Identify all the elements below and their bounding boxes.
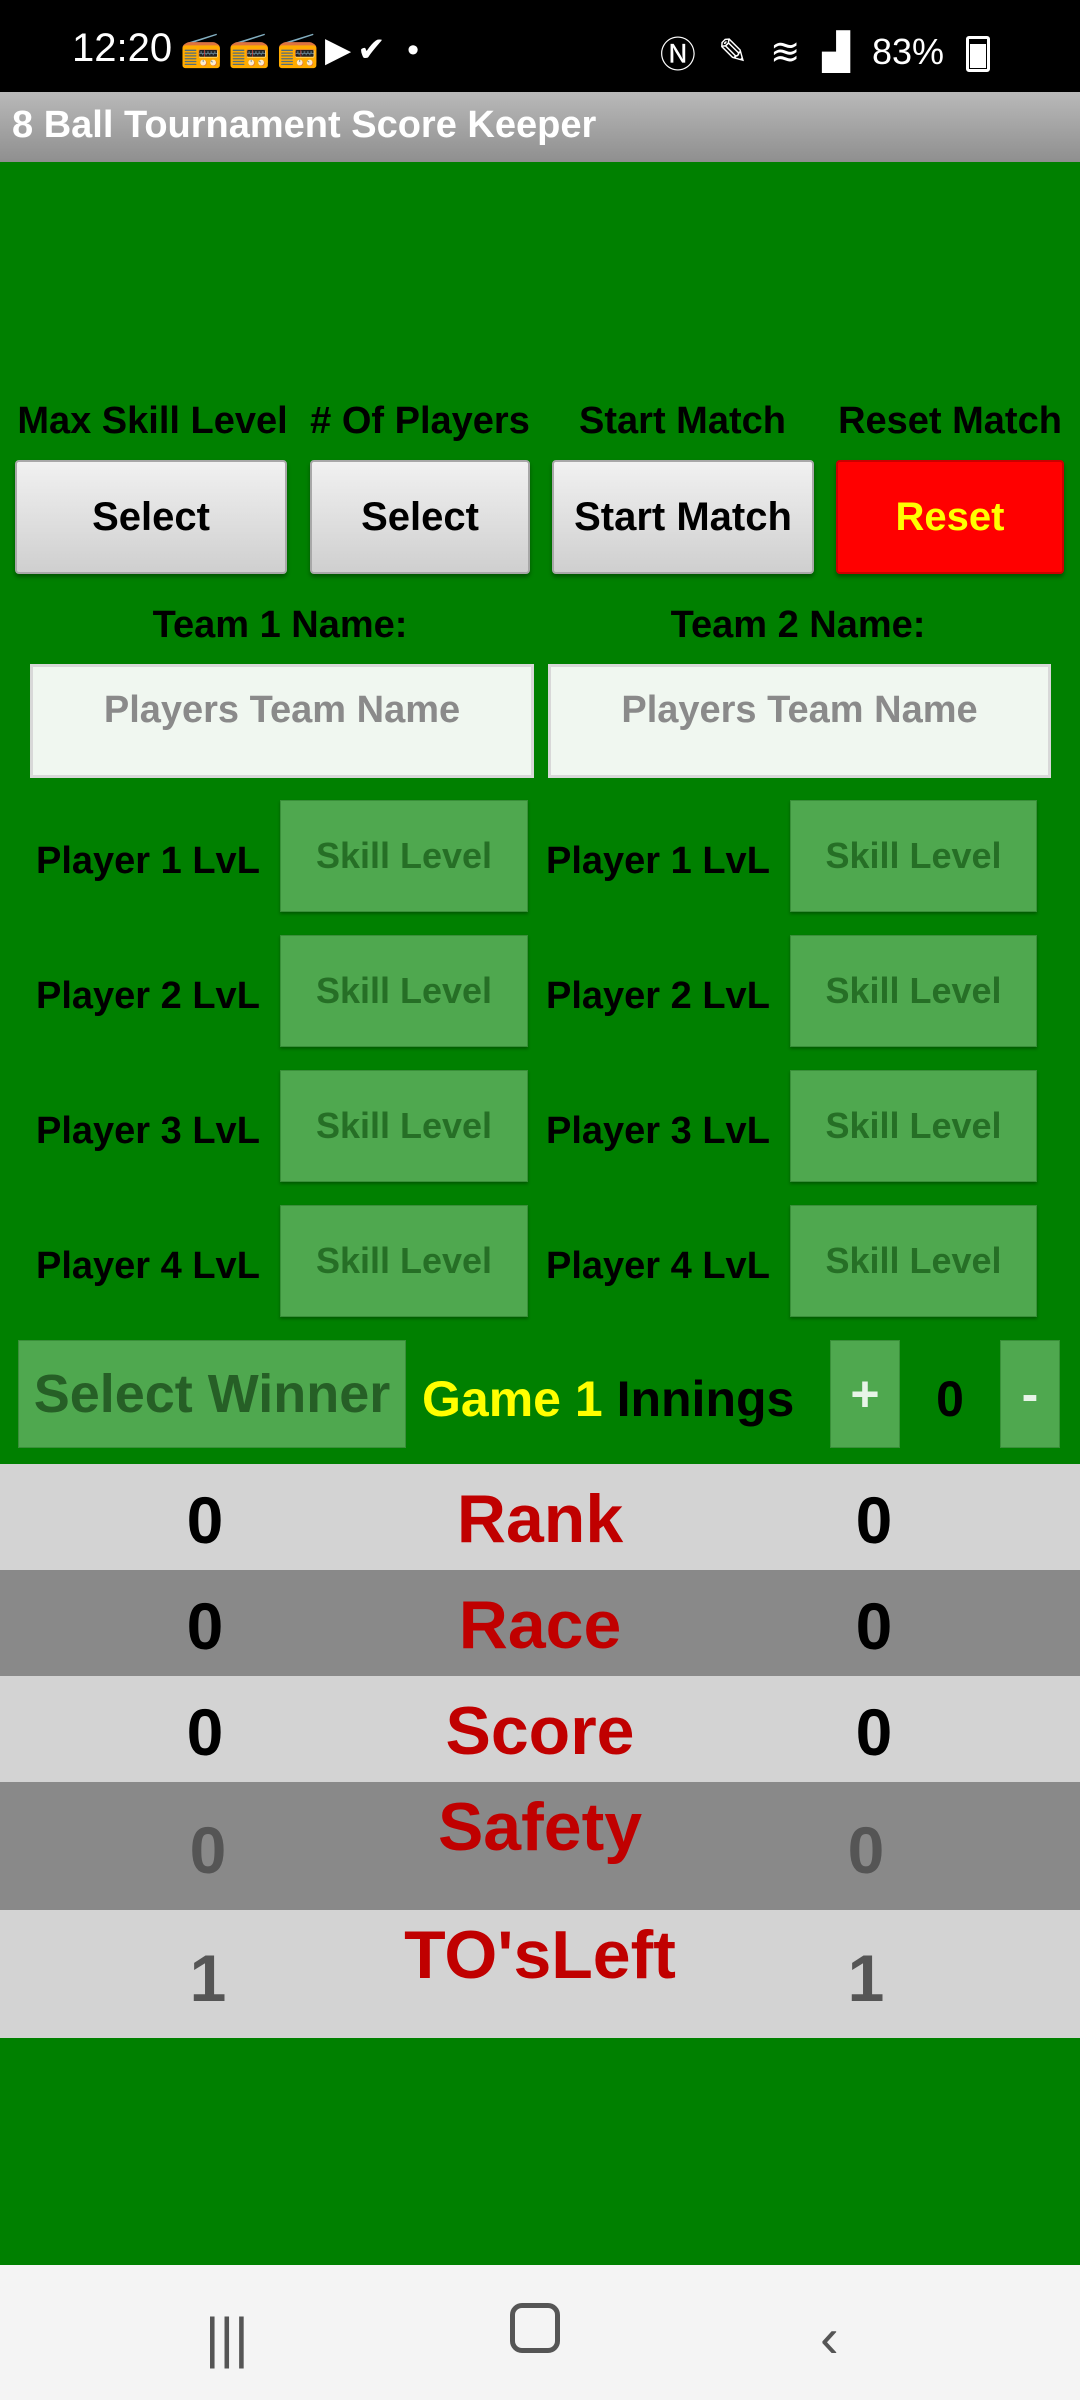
battery-percent: 83% [871,31,944,72]
game-number: Game 1 [422,1371,603,1427]
timeouts-team1-value: 1 [189,1941,227,2015]
battery-icon [966,36,990,72]
team1-player3-skill-button[interactable]: Skill Level [280,1070,528,1182]
status-bar: 12:20 📻📻📻▶✔ • Ⓝ ✎ ≋ ▟ 83% [0,0,1080,92]
status-right-icons: Ⓝ ✎ ≋ ▟ 83% [660,26,990,78]
score-title: Score [445,1693,635,1769]
team1-player4-label: Player 4 LvL [36,1245,260,1287]
rank-team2-value: 0 [855,1483,893,1557]
rank-team1-value: 0 [186,1483,224,1557]
team2-name-input[interactable]: Players Team Name [548,664,1051,778]
safety-team2-value: 0 [847,1813,885,1887]
race-row: 0 Race 0 [0,1570,1080,1676]
notification-icons: 📻📻📻▶✔ • [180,31,425,69]
app-title: 8 Ball Tournament Score Keeper [12,104,597,146]
num-players-label: # Of Players [310,400,530,442]
race-title: Race [458,1587,622,1663]
safety-row: 0 Safety 0 [0,1782,1080,1910]
back-icon[interactable]: ‹ [820,2305,839,2370]
team2-player4-label: Player 4 LvL [546,1245,770,1287]
team2-name-label: Team 2 Name: [670,604,926,646]
reset-button[interactable]: Reset [836,460,1064,574]
start-match-label: Start Match [579,400,786,442]
signal-icon: ▟ [822,31,850,72]
navigation-bar: ||| ‹ [0,2265,1080,2400]
team1-player1-skill-button[interactable]: Skill Level [280,800,528,912]
team1-player1-label: Player 1 LvL [36,840,260,882]
team1-player3-label: Player 3 LvL [36,1110,260,1152]
score-team2-value: 0 [855,1695,893,1769]
team2-player2-skill-button[interactable]: Skill Level [790,935,1037,1047]
rank-title: Rank [456,1481,624,1557]
team1-name-input[interactable]: Players Team Name [30,664,534,778]
race-team1-value: 0 [186,1589,224,1663]
team2-player3-label: Player 3 LvL [546,1110,770,1152]
timeouts-title: TO'sLeft [404,1917,676,1993]
timeouts-row: 1 TO'sLeft 1 [0,1910,1080,2038]
safety-title: Safety [437,1789,643,1865]
team1-player2-skill-button[interactable]: Skill Level [280,935,528,1047]
team2-player3-skill-button[interactable]: Skill Level [790,1070,1037,1182]
max-skill-label: Max Skill Level [17,400,288,442]
max-skill-select-button[interactable]: Select [15,460,287,574]
num-players-select-button[interactable]: Select [310,460,530,574]
recent-apps-icon[interactable]: ||| [205,2305,249,2370]
game-innings-label: Game 1 Innings [422,1370,794,1428]
innings-plus-button[interactable]: + [830,1340,900,1448]
innings-label: Innings [616,1371,795,1427]
safety-team1-value: 0 [189,1813,227,1887]
team1-name-label: Team 1 Name: [152,604,408,646]
race-team2-value: 0 [855,1589,893,1663]
timeouts-team2-value: 1 [847,1941,885,2015]
pen-icon: ✎ [717,31,749,72]
team2-player1-skill-button[interactable]: Skill Level [790,800,1037,912]
rank-row: 0 Rank 0 [0,1464,1080,1570]
team2-player1-label: Player 1 LvL [546,840,770,882]
select-winner-button[interactable]: Select Winner [18,1340,406,1448]
nfc-icon: Ⓝ [659,34,696,75]
start-match-button[interactable]: Start Match [552,460,814,574]
score-row: 0 Score 0 [0,1676,1080,1782]
team1-player2-label: Player 2 LvL [36,975,260,1017]
home-icon[interactable] [510,2303,560,2353]
team1-player4-skill-button[interactable]: Skill Level [280,1205,528,1317]
team2-player2-label: Player 2 LvL [546,975,770,1017]
reset-match-label: Reset Match [838,400,1062,442]
status-time: 12:20 [72,26,173,70]
innings-value: 0 [936,1371,964,1427]
innings-minus-button[interactable]: - [1000,1340,1060,1448]
wifi-icon: ≋ [770,31,801,72]
app-bar: 8 Ball Tournament Score Keeper [0,92,1080,162]
team2-player4-skill-button[interactable]: Skill Level [790,1205,1037,1317]
score-team1-value: 0 [186,1695,224,1769]
